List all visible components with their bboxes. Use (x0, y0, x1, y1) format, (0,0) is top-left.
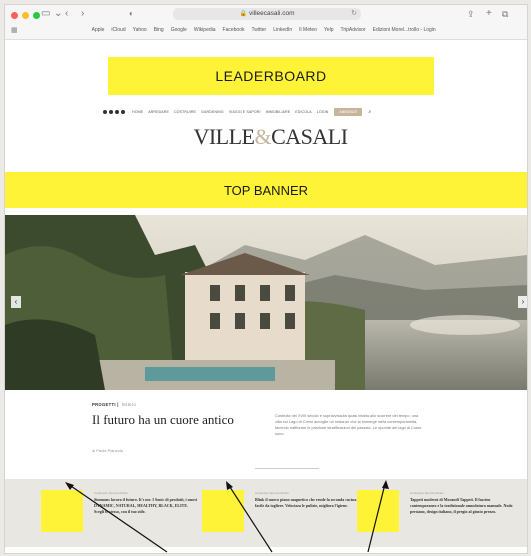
kicker-tag: Estero (122, 402, 137, 407)
bookmark-yahoo[interactable]: Yahoo (133, 27, 147, 33)
article-excerpt: Costruita nel XVIII secolo e sopravvissu… (275, 413, 422, 436)
sponsored-label: Contenuto Sponsorizzato (410, 491, 444, 495)
leaderboard-ad[interactable]: LEADERBOARD (108, 57, 434, 95)
minimize-dot-icon[interactable] (22, 12, 29, 19)
bookmark-edizioni-morelli[interactable]: Edizioni Morel...trollo - Login (373, 27, 436, 33)
facebook-icon[interactable] (103, 110, 107, 114)
bookmarks-grid-icon[interactable]: ▦ (11, 26, 18, 34)
bookmark-apple[interactable]: Apple (92, 27, 105, 33)
bookmark-bing[interactable]: Bing (154, 27, 164, 33)
sponsored-text[interactable]: Blink il nuovo piano magnetico che rende… (255, 497, 359, 509)
kicker-category: PROGETTI (92, 402, 116, 407)
bookmark-ilmeteo[interactable]: Il Meteo (299, 27, 317, 33)
forward-icon[interactable]: › (81, 7, 84, 21)
new-tab-icon[interactable]: + (486, 7, 492, 21)
bookmark-icloud[interactable]: iCloud (111, 27, 125, 33)
article-author: di Paola Pianzola (92, 448, 123, 453)
sidebar-chevron-icon[interactable]: ⌄ (54, 7, 62, 21)
sponsored-text[interactable]: Tappeti moderni di Morandi Tappeti. Il f… (410, 497, 514, 514)
web-page: LEADERBOARD HOME ARREDARE COSTRUIRE GARD… (5, 40, 527, 553)
bookmark-facebook[interactable]: Facebook (223, 27, 245, 33)
sponsored-item[interactable]: Contenuto Sponsorizzato Simmons lavora i… (41, 490, 201, 540)
article-kicker[interactable]: PROGETTI | Estero (92, 402, 136, 407)
slider-progress-divider (255, 468, 319, 469)
browser-window: ▭ ⌄ ‹ › ◐ 🔒 villeecasali.com ↻ ⇪ + ⧉ ▦ Ap… (4, 4, 528, 554)
nav-edicola[interactable]: EDICOLA (295, 110, 311, 114)
pinterest-icon[interactable] (115, 110, 119, 114)
subscribe-button[interactable]: ABBONATI (334, 108, 363, 116)
next-slide-icon[interactable]: › (518, 296, 527, 308)
sponsored-strip: Contenuto Sponsorizzato Simmons lavora i… (5, 479, 527, 547)
address-text: villeecasali.com (248, 10, 295, 17)
bookmark-linkedin[interactable]: LinkedIn (273, 27, 292, 33)
logo-right: CASALI (271, 124, 348, 149)
hero-image[interactable]: ‹ › (5, 215, 527, 390)
sponsored-image-placeholder[interactable] (202, 490, 244, 532)
back-icon[interactable]: ‹ (65, 7, 68, 21)
sponsored-image-placeholder[interactable] (357, 490, 399, 532)
hero-villa-illustration (5, 215, 527, 390)
search-icon[interactable]: ⌕ (368, 109, 371, 115)
bookmark-yelp[interactable]: Yelp (324, 27, 334, 33)
top-banner-ad[interactable]: TOP BANNER (5, 172, 527, 208)
sponsored-image-placeholder[interactable] (41, 490, 83, 532)
sponsored-label: Contenuto Sponsorizzato (94, 491, 128, 495)
sponsored-label: Contenuto Sponsorizzato (255, 491, 289, 495)
page-footer-space (5, 547, 527, 553)
bookmark-tripadvisor[interactable]: TripAdvisor (341, 27, 366, 33)
nav-costruire[interactable]: COSTRUIRE (174, 110, 196, 114)
sponsored-item[interactable]: Contenuto Sponsorizzato Blink il nuovo p… (202, 490, 362, 540)
share-icon[interactable]: ⇪ (467, 7, 475, 21)
bookmark-wikipedia[interactable]: Wikipedia (194, 27, 216, 33)
sponsored-text[interactable]: Simmons lavora il futuro. It's me. I Son… (94, 497, 198, 514)
main-nav: HOME ARREDARE COSTRUIRE GARDENING VIAGGI… (103, 107, 443, 117)
logo-ampersand: & (254, 124, 272, 149)
privacy-icon[interactable]: ◐ (129, 7, 134, 21)
zoom-dot-icon[interactable] (33, 12, 40, 19)
browser-toolbar: ▭ ⌄ ‹ › ◐ 🔒 villeecasali.com ↻ ⇪ + ⧉ ▦ Ap… (5, 5, 527, 40)
article-headline[interactable]: Il futuro ha un cuore antico (92, 412, 234, 428)
rss-icon[interactable] (121, 110, 125, 114)
bookmark-google[interactable]: Google (171, 27, 187, 33)
nav-arredare[interactable]: ARREDARE (148, 110, 169, 114)
lock-icon: 🔒 (239, 11, 247, 17)
window-controls (11, 12, 40, 19)
tabs-icon[interactable]: ⧉ (502, 7, 508, 21)
nav-home[interactable]: HOME (132, 110, 143, 114)
logo-left: VILLE (193, 124, 255, 149)
nav-viaggi-sapori[interactable]: VIAGGI E SAPORI (229, 110, 261, 114)
close-dot-icon[interactable] (11, 12, 18, 19)
nav-login[interactable]: LOGIN (317, 110, 329, 114)
sidebar-icon[interactable]: ▭ (41, 7, 50, 21)
bookmark-twitter[interactable]: Twitter (252, 27, 267, 33)
nav-immobiliare[interactable]: IMMOBILIARE (266, 110, 291, 114)
bookmarks-bar: ▦ Apple iCloud Yahoo Bing Google Wikiped… (5, 23, 527, 37)
reload-icon[interactable]: ↻ (351, 8, 357, 20)
nav-gardening[interactable]: GARDENING (201, 110, 224, 114)
address-bar[interactable]: 🔒 villeecasali.com ↻ (173, 8, 361, 20)
sponsored-item[interactable]: Contenuto Sponsorizzato Tappeti moderni … (357, 490, 517, 540)
prev-slide-icon[interactable]: ‹ (11, 296, 21, 308)
instagram-icon[interactable] (109, 110, 113, 114)
site-logo[interactable]: VILLE&CASALI (5, 124, 527, 150)
